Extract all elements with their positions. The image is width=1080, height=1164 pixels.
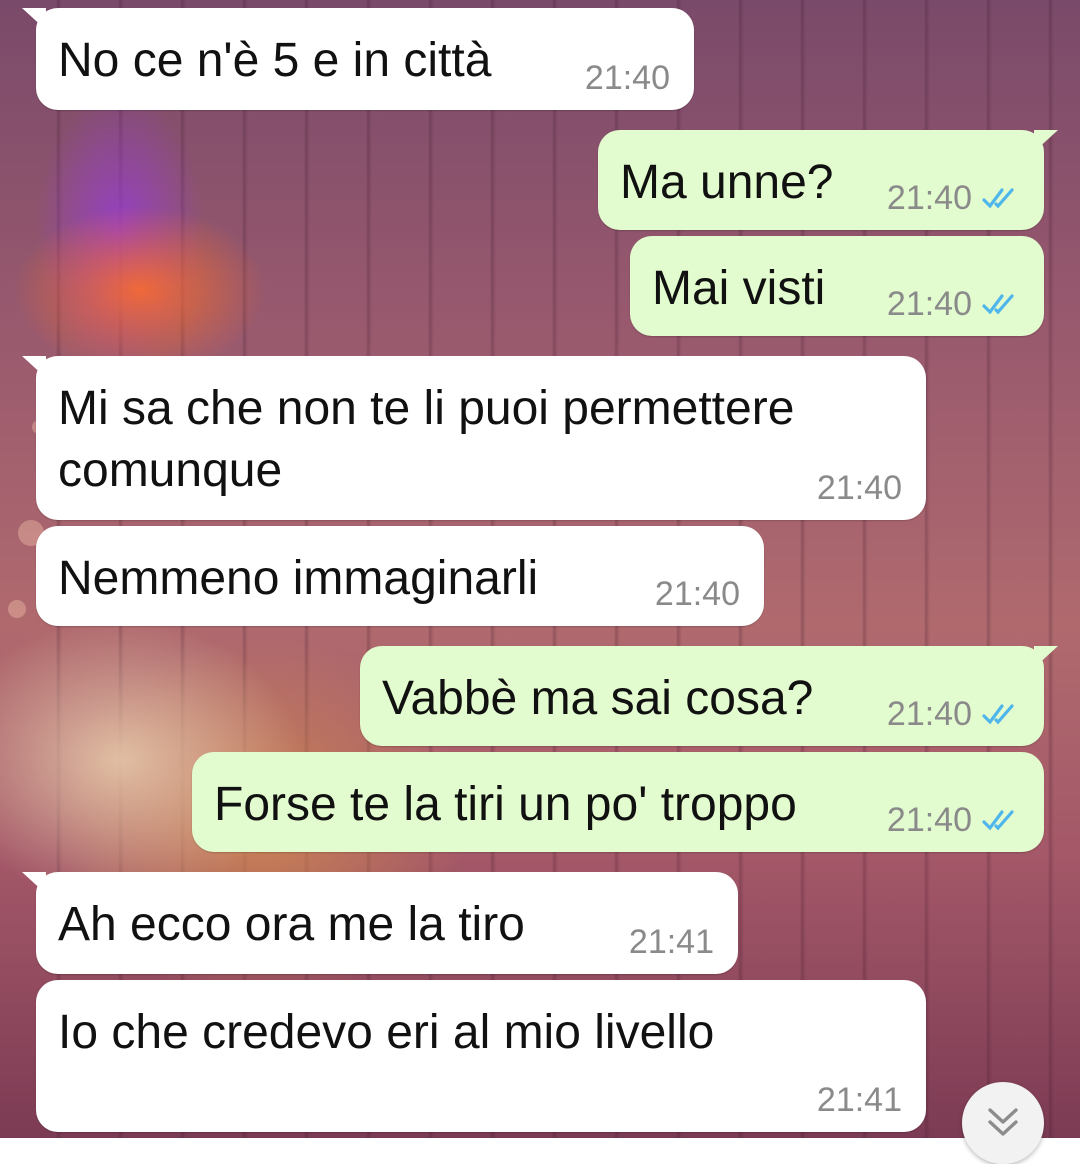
message-text: No ce n'è 5 e in città: [58, 34, 492, 87]
message-meta: 21:40: [817, 468, 902, 508]
message-meta: 21:40: [887, 694, 1020, 734]
message-time: 21:40: [816, 469, 902, 507]
message-time: 21:41: [816, 1081, 902, 1119]
message-meta: 21:40: [655, 574, 740, 614]
message-bubble-outgoing[interactable]: Mai visti 21:40: [630, 236, 1044, 336]
message-text: Mi sa che non te li puoi permettere comu…: [58, 382, 795, 497]
double-check-icon: [982, 188, 1014, 209]
message-time: 21:40: [886, 695, 972, 733]
message-bubble-outgoing[interactable]: Vabbè ma sai cosa? 21:40: [360, 646, 1058, 746]
message-time: 21:40: [584, 59, 670, 97]
message-text: Ma unne?: [620, 156, 834, 209]
chevron-double-down-icon: [988, 1108, 1018, 1136]
message-text: Vabbè ma sai cosa?: [382, 672, 814, 725]
message-text: Nemmeno immaginarli: [58, 552, 539, 605]
message-time: 21:40: [654, 575, 740, 613]
message-meta: 21:41: [817, 1080, 902, 1120]
message-bubble-outgoing[interactable]: Forse te la tiri un po' troppo 21:40: [192, 752, 1044, 852]
message-meta: 21:41: [629, 922, 714, 962]
message-meta: 21:40: [887, 800, 1020, 840]
message-time: 21:40: [886, 179, 972, 217]
message-bubble-incoming[interactable]: Mi sa che non te li puoi permettere comu…: [22, 356, 926, 520]
message-bubble-outgoing[interactable]: Ma unne? 21:40: [598, 130, 1058, 230]
message-time: 21:40: [886, 285, 972, 323]
message-text: Io che credevo eri al mio livello: [58, 1006, 715, 1059]
message-text: Mai visti: [652, 262, 826, 315]
double-check-icon: [982, 294, 1014, 315]
double-check-icon: [982, 704, 1014, 725]
message-meta: 21:40: [887, 178, 1020, 218]
message-bubble-incoming[interactable]: No ce n'è 5 e in città 21:40: [22, 8, 694, 110]
scroll-to-bottom-button[interactable]: [962, 1082, 1044, 1164]
message-meta: 21:40: [585, 58, 670, 98]
message-bubble-incoming[interactable]: Nemmeno immaginarli 21:40: [36, 526, 764, 626]
message-text: Forse te la tiri un po' troppo: [214, 778, 797, 831]
message-bubble-incoming[interactable]: Io che credevo eri al mio livello 21:41: [36, 980, 926, 1132]
message-time: 21:41: [628, 923, 714, 961]
message-time: 21:40: [886, 801, 972, 839]
message-text: Ah ecco ora me la tiro: [58, 898, 525, 951]
message-bubble-incoming[interactable]: Ah ecco ora me la tiro 21:41: [22, 872, 738, 974]
double-check-icon: [982, 810, 1014, 831]
message-meta: 21:40: [887, 284, 1020, 324]
